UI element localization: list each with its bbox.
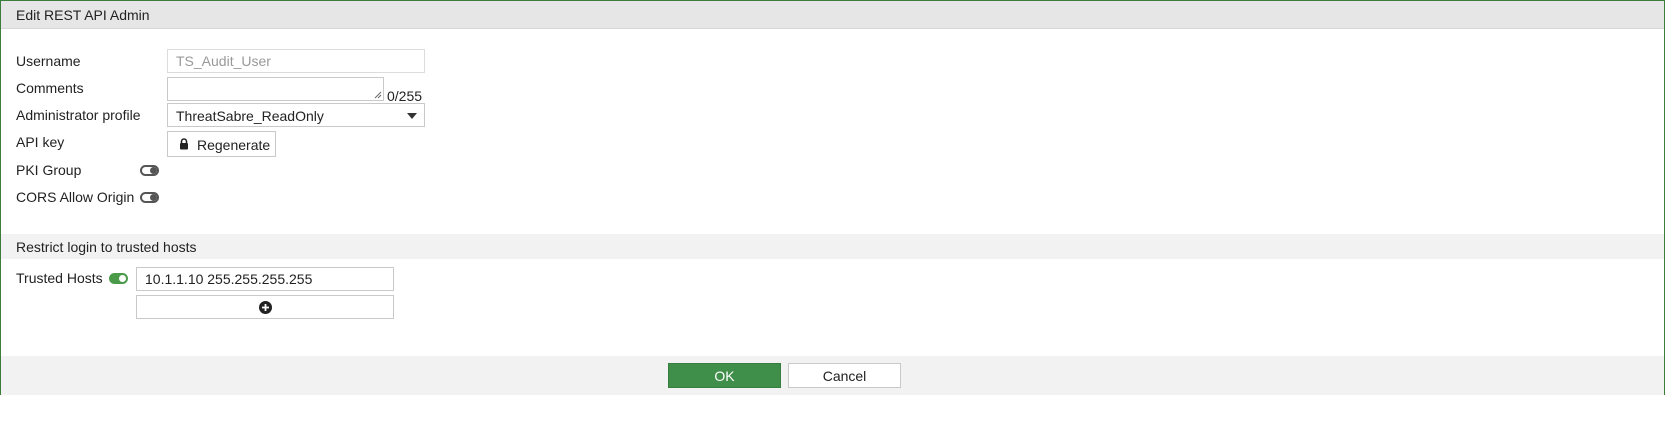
- pki-group-toggle[interactable]: [140, 165, 159, 176]
- plus-circle-icon: [259, 301, 272, 314]
- lock-icon: [180, 138, 188, 150]
- trusted-hosts-section-title: Restrict login to trusted hosts: [16, 239, 197, 255]
- resize-handle-icon[interactable]: [374, 91, 382, 99]
- username-input[interactable]: [167, 49, 425, 73]
- caret-down-icon: [407, 113, 417, 119]
- comments-label: Comments: [16, 80, 84, 96]
- comments-textarea[interactable]: [167, 77, 384, 101]
- trusted-hosts-section-header: Restrict login to trusted hosts: [1, 234, 1664, 259]
- cors-allow-origin-label: CORS Allow Origin: [16, 189, 135, 205]
- pki-group-label: PKI Group: [16, 162, 82, 178]
- admin-profile-label: Administrator profile: [16, 107, 141, 123]
- edit-api-admin-dialog: Edit REST API Admin Username Comments 0/…: [0, 0, 1665, 395]
- dialog-footer: OK Cancel: [1, 356, 1664, 395]
- trusted-hosts-toggle[interactable]: [109, 273, 128, 284]
- trusted-host-input[interactable]: [136, 267, 394, 291]
- username-label: Username: [16, 53, 81, 69]
- regenerate-button-label: Regenerate: [197, 137, 271, 153]
- regenerate-button[interactable]: Regenerate: [167, 131, 276, 157]
- admin-profile-select[interactable]: ThreatSabre_ReadOnly: [167, 103, 425, 127]
- admin-profile-value: ThreatSabre_ReadOnly: [176, 108, 324, 124]
- api-key-label: API key: [16, 134, 65, 150]
- cors-allow-origin-toggle[interactable]: [140, 192, 159, 203]
- add-trusted-host-button[interactable]: [136, 295, 394, 319]
- cancel-button[interactable]: Cancel: [788, 363, 901, 388]
- comments-char-counter: 0/255: [387, 88, 423, 104]
- dialog-title: Edit REST API Admin: [16, 7, 150, 23]
- ok-button[interactable]: OK: [668, 363, 781, 388]
- dialog-title-bar: Edit REST API Admin: [1, 1, 1664, 29]
- trusted-hosts-label: Trusted Hosts: [16, 270, 103, 286]
